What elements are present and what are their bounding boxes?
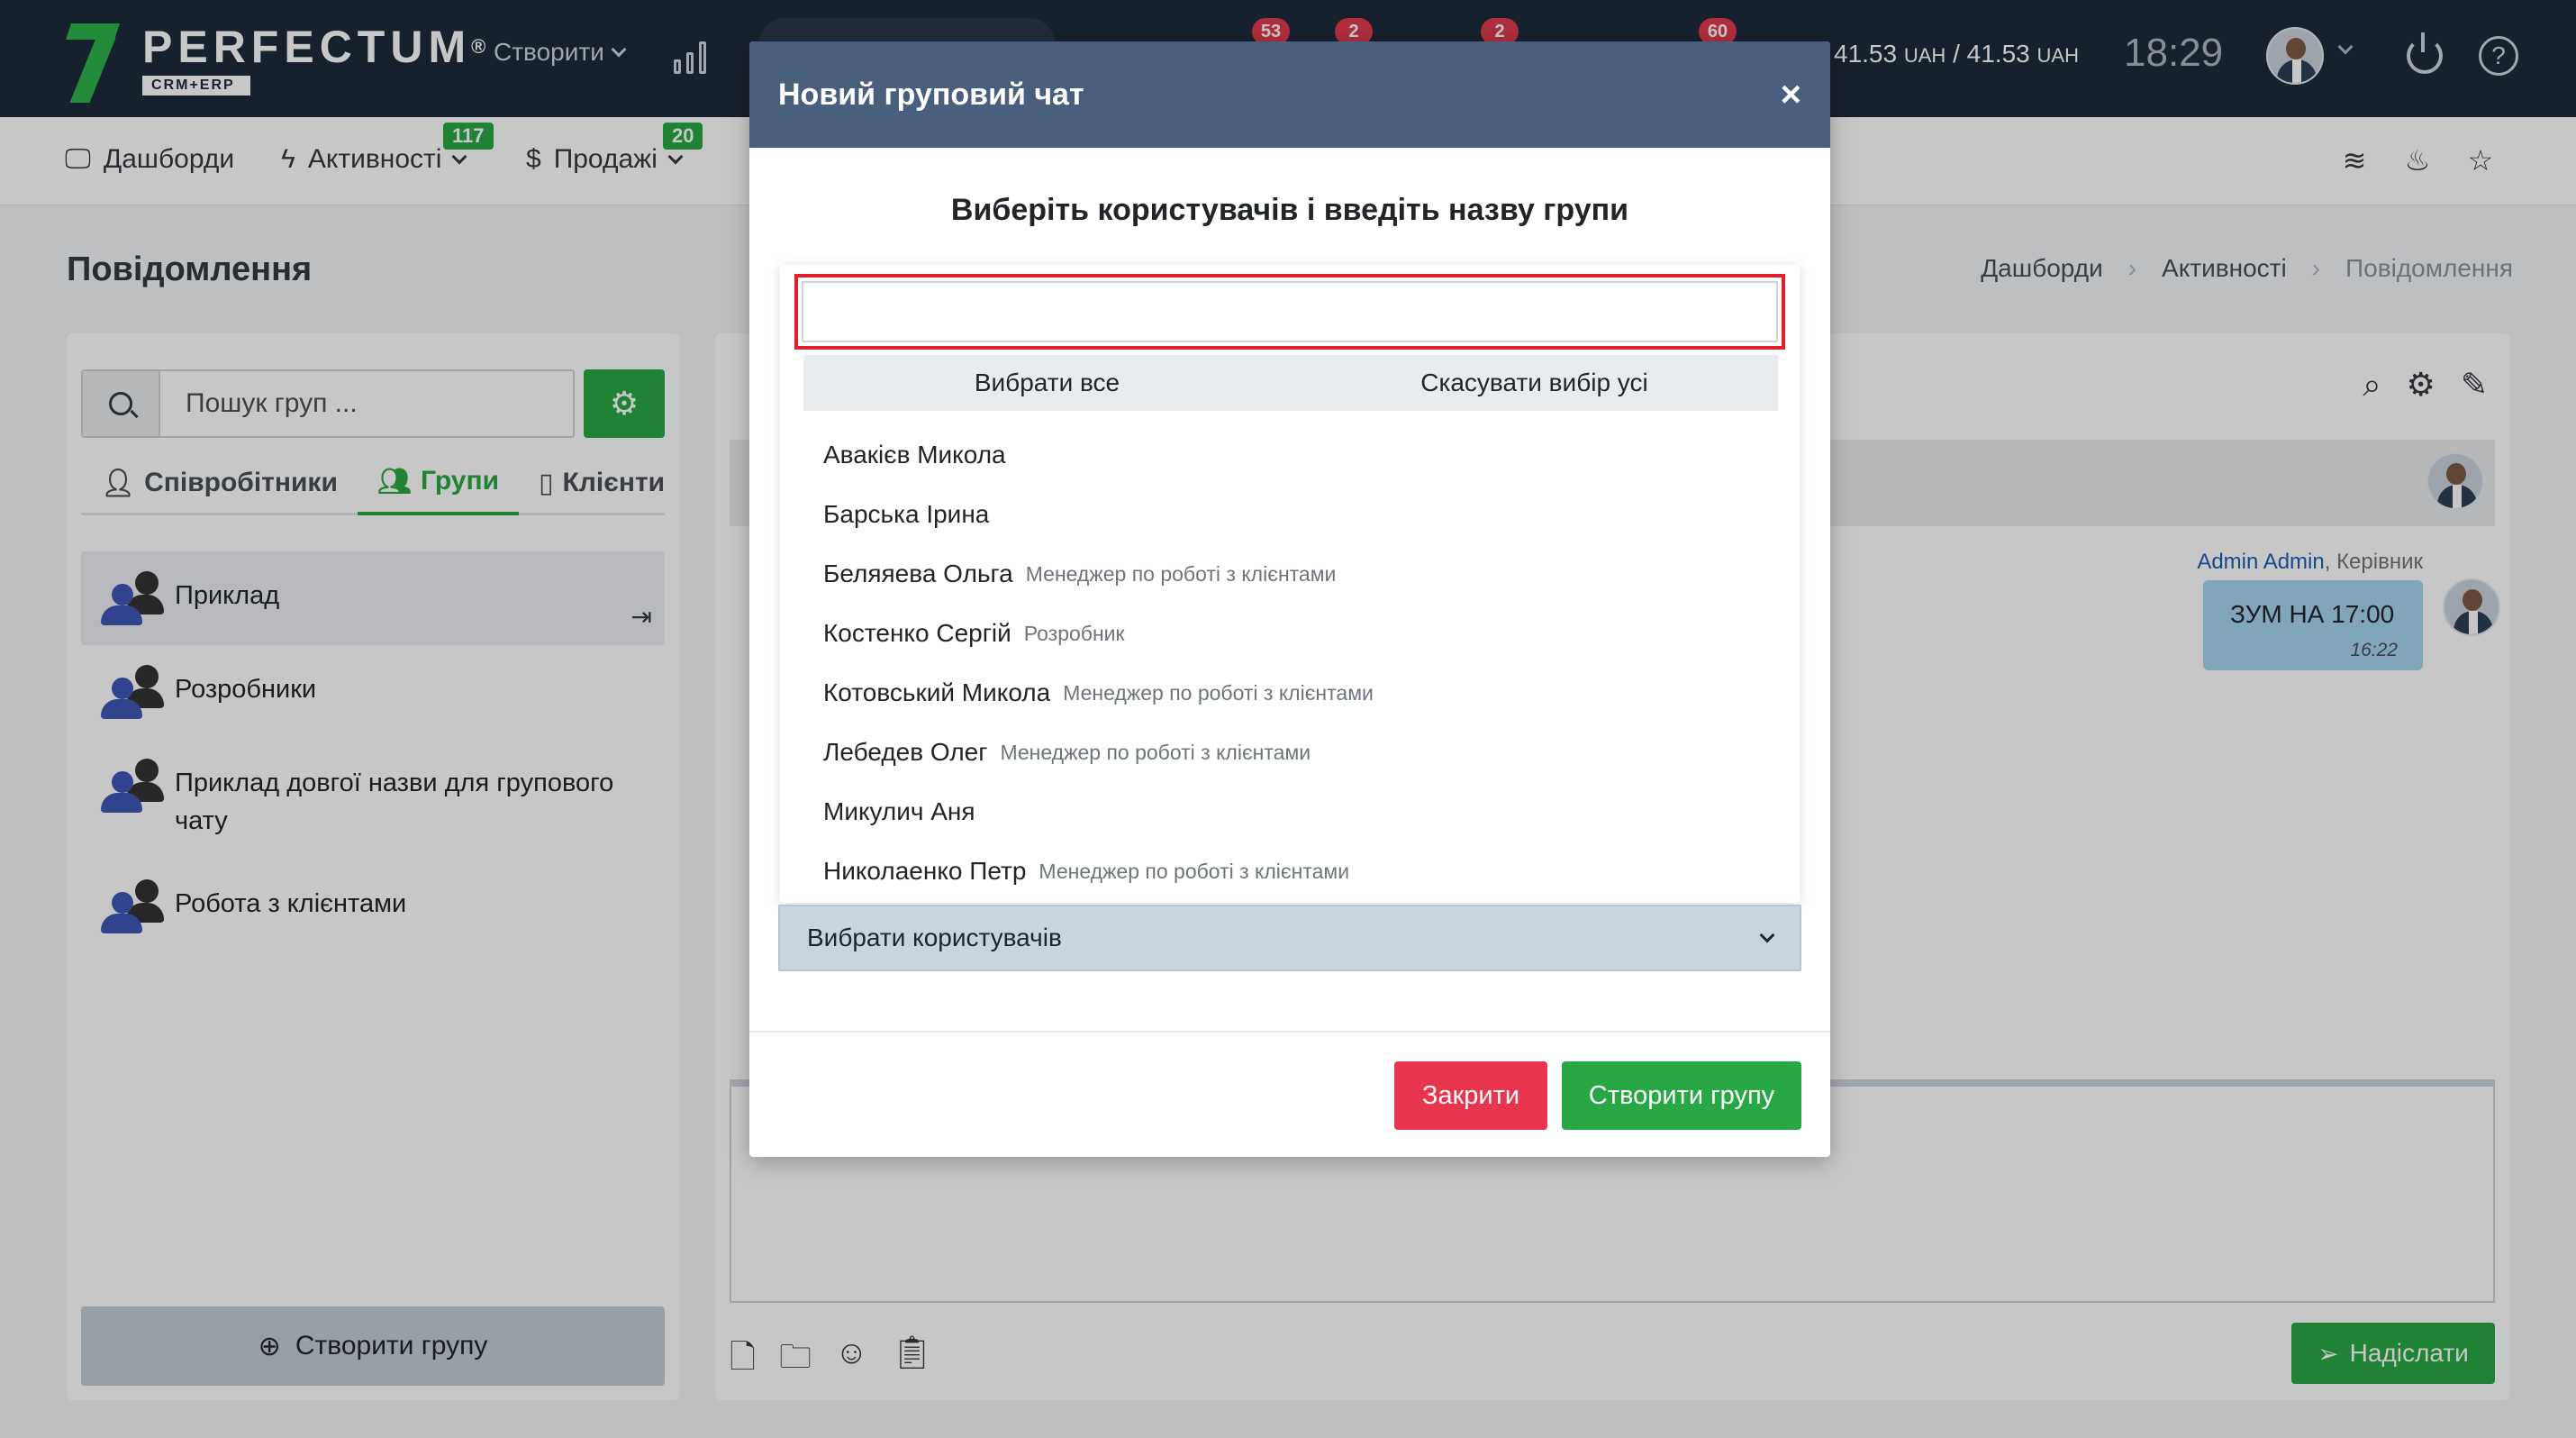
user-option[interactable]: Беляяева Ольга Менеджер по роботі з клієн… xyxy=(803,544,1778,604)
user-option[interactable]: Авакієв Микола xyxy=(803,425,1778,485)
deselect-all-button[interactable]: Скасувати вибір усі xyxy=(1291,355,1778,411)
modal-subtitle: Виберіть користувачів і введіть назву гр… xyxy=(950,193,1629,227)
user-multiselect[interactable]: Вибрати користувачів xyxy=(778,905,1801,971)
user-option[interactable]: Микулич Аня xyxy=(803,782,1778,842)
user-options-list: Авакієв Микола Барська Ірина Беляяева Ол… xyxy=(803,425,1778,901)
chevron-down-icon xyxy=(1759,927,1775,943)
user-option[interactable]: Костенко Сергій Розробник xyxy=(803,604,1778,663)
user-option[interactable]: Барська Ірина xyxy=(803,485,1778,544)
user-select-dropdown: Вибрати все Скасувати вибір усі Авакієв … xyxy=(780,265,1800,903)
user-option[interactable]: Николаенко Петр Менеджер по роботі з кліє… xyxy=(803,842,1778,901)
user-option[interactable]: Котовський Микола Менеджер по роботі з кл… xyxy=(803,663,1778,723)
create-group-submit-button[interactable]: Створити групу xyxy=(1562,1061,1801,1130)
select-all-button[interactable]: Вибрати все xyxy=(803,355,1291,411)
modal-title: Новий груповий чат xyxy=(778,77,1084,112)
bulk-actions: Вибрати все Скасувати вибір усі xyxy=(803,355,1778,411)
modal-footer-divider xyxy=(749,1031,1830,1033)
close-button[interactable]: Закрити xyxy=(1394,1061,1547,1130)
close-icon[interactable]: × xyxy=(1781,77,1801,113)
modal-header: Новий груповий чат × xyxy=(749,41,1830,148)
user-option[interactable]: Лебедев Олег Менеджер по роботі з клієнта… xyxy=(803,723,1778,782)
user-search-highlight xyxy=(794,274,1785,350)
user-multiselect-label: Вибрати користувачів xyxy=(807,924,1062,951)
new-group-chat-modal: Новий груповий чат × Виберіть користувач… xyxy=(749,41,1830,1157)
user-search-input[interactable] xyxy=(802,281,1778,342)
